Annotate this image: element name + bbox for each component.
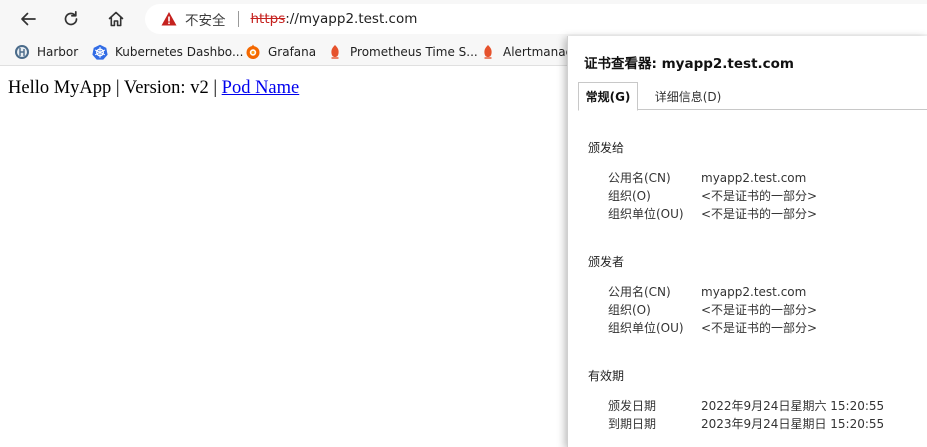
browser-toolbar: 不安全 https://myapp2.test.com <box>0 0 927 38</box>
bookmark-kubernetes[interactable]: Kubernetes Dashbo... <box>92 42 243 62</box>
bookmark-alertmanager[interactable]: Alertmanage <box>480 42 581 62</box>
certificate-viewer: 证书查看器: myapp2.test.com 常规(G) 详细信息(D) 颁发给… <box>567 36 927 447</box>
field-label: 公用名(CN) <box>608 285 671 299</box>
field-row: 到期日期 2023年9月24日星期日 15:20:55 <box>608 415 908 433</box>
grafana-icon <box>245 44 261 60</box>
certificate-tabs: 常规(G) 详细信息(D) <box>578 82 927 111</box>
validity-heading: 有效期 <box>588 369 625 383</box>
bookmark-grafana[interactable]: Grafana <box>245 42 316 62</box>
pod-name-link[interactable]: Pod Name <box>222 78 300 98</box>
field-row: 组织(O) <不是证书的一部分> <box>608 301 908 319</box>
not-secure-warning-icon[interactable] <box>161 11 177 27</box>
issued-by-heading: 颁发者 <box>588 255 625 269</box>
field-row: 颁发日期 2022年9月24日星期六 15:20:55 <box>608 397 908 415</box>
url-host: ://myapp2.test.com <box>285 11 418 27</box>
prometheus-icon <box>480 44 496 60</box>
field-value: myapp2.test.com <box>701 171 807 185</box>
back-button[interactable] <box>13 4 43 34</box>
refresh-icon <box>64 10 78 26</box>
tab-details[interactable]: 详细信息(D) <box>648 82 728 110</box>
kubernetes-icon <box>92 44 108 60</box>
bookmark-label: Harbor <box>37 45 79 59</box>
field-label: 组织单位(OU) <box>608 321 684 335</box>
field-row: 组织单位(OU) <不是证书的一部分> <box>608 205 908 223</box>
field-value: <不是证书的一部分> <box>701 207 818 221</box>
bookmark-label: Kubernetes Dashbo... <box>115 45 244 59</box>
bookmark-label: Grafana <box>268 45 317 59</box>
field-label: 颁发日期 <box>608 399 657 413</box>
field-label: 到期日期 <box>608 417 657 431</box>
refresh-button[interactable] <box>56 4 86 34</box>
address-bar[interactable]: 不安全 https://myapp2.test.com <box>145 4 927 34</box>
issued-by-fields: 公用名(CN) myapp2.test.com 组织(O) <不是证书的一部分> 组… <box>608 283 908 337</box>
bookmark-label: Prometheus Time S... <box>350 45 478 59</box>
field-value: myapp2.test.com <box>701 285 807 299</box>
prometheus-icon <box>327 44 343 60</box>
field-label: 组织(O) <box>608 303 651 317</box>
field-value: <不是证书的一部分> <box>701 189 818 203</box>
back-arrow-icon <box>21 12 36 26</box>
page-content: Hello MyApp | Version: v2 | Pod Name <box>8 78 299 99</box>
field-value: <不是证书的一部分> <box>701 321 818 335</box>
security-status-label[interactable]: 不安全 <box>185 9 226 29</box>
bookmark-prometheus[interactable]: Prometheus Time S... <box>327 42 478 62</box>
field-label: 组织单位(OU) <box>608 207 684 221</box>
field-row: 组织单位(OU) <不是证书的一部分> <box>608 319 908 337</box>
home-button[interactable] <box>101 4 131 34</box>
field-label: 公用名(CN) <box>608 171 671 185</box>
certificate-viewer-title: 证书查看器: myapp2.test.com <box>584 56 794 72</box>
field-row: 公用名(CN) myapp2.test.com <box>608 169 908 187</box>
field-row: 组织(O) <不是证书的一部分> <box>608 187 908 205</box>
validity-fields: 颁发日期 2022年9月24日星期六 15:20:55 到期日期 2023年9月24… <box>608 397 908 433</box>
url-divider <box>237 11 239 27</box>
tab-general[interactable]: 常规(G) <box>578 82 638 111</box>
home-icon <box>108 11 124 27</box>
issued-to-heading: 颁发给 <box>588 141 625 155</box>
field-row: 公用名(CN) myapp2.test.com <box>608 283 908 301</box>
harbor-icon <box>14 44 30 60</box>
bookmark-harbor[interactable]: Harbor <box>14 42 78 62</box>
field-value: 2022年9月24日星期六 15:20:55 <box>701 399 885 413</box>
field-value: 2023年9月24日星期日 15:20:55 <box>701 417 885 431</box>
field-label: 组织(O) <box>608 189 651 203</box>
page-text: Hello MyApp | Version: v2 | <box>8 78 222 98</box>
field-value: <不是证书的一部分> <box>701 303 818 317</box>
issued-to-fields: 公用名(CN) myapp2.test.com 组织(O) <不是证书的一部分> 组… <box>608 169 908 223</box>
url-scheme: https <box>250 11 286 27</box>
url-text[interactable]: https://myapp2.test.com <box>251 11 418 27</box>
